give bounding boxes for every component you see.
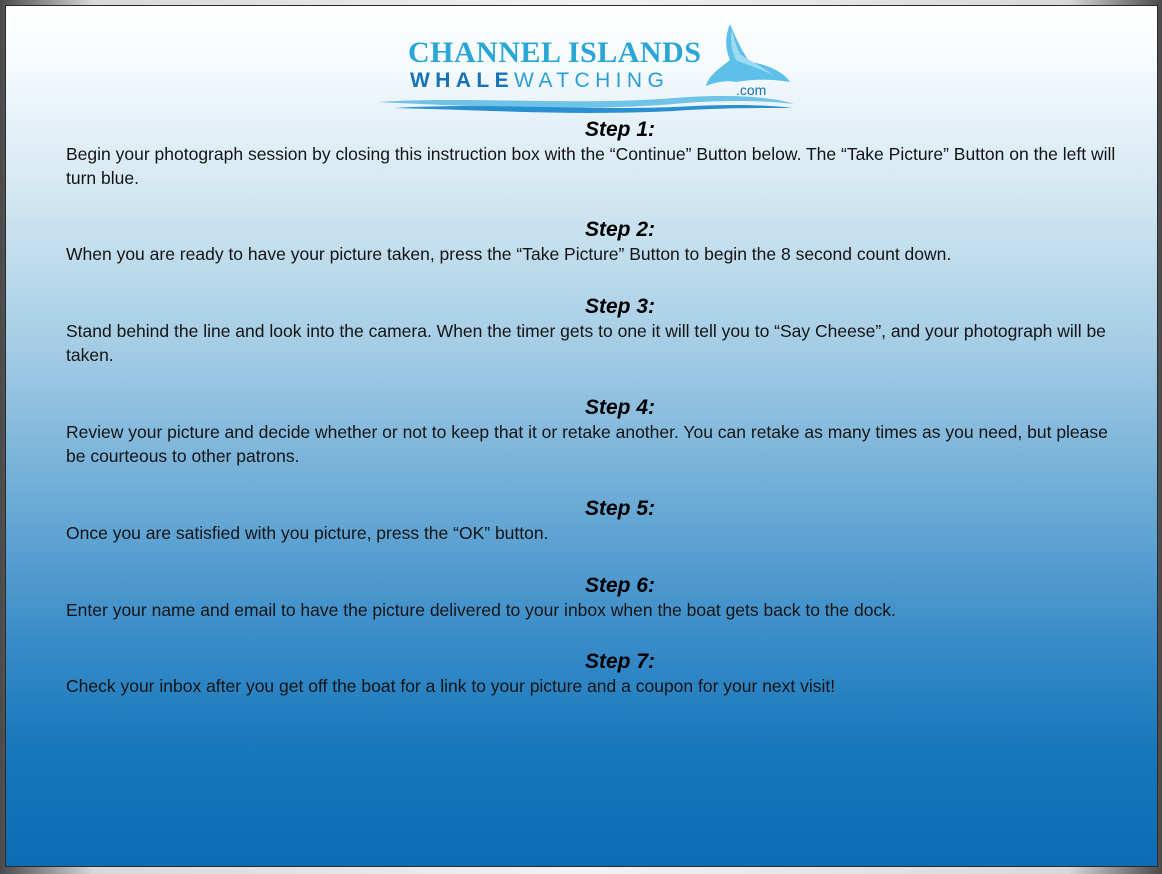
step-text: Check your inbox after you get off the b… <box>66 676 836 696</box>
step-text: Stand behind the line and look into the … <box>66 321 1106 365</box>
channel-islands-logo: CHANNEL ISLANDS WHALEWATCHING .com <box>374 20 800 116</box>
step-item: Step 6: Enter your name and email to hav… <box>66 574 1126 650</box>
logo-subtitle-regular: WATCHING <box>514 69 670 92</box>
step-text: Review your picture and decide whether o… <box>66 422 1108 466</box>
step-text: Once you are satisfied with you picture,… <box>66 523 549 543</box>
step-item: Step 1: Begin your photograph session by… <box>66 118 1126 218</box>
whale-tail-icon <box>706 24 790 86</box>
step-title: Step 7: <box>584 650 655 673</box>
logo-subtitle: WHALEWATCHING <box>410 70 669 91</box>
instructions-list: Step 1: Begin your photograph session by… <box>66 118 1126 710</box>
step-title: Step 6: <box>584 574 655 597</box>
window-frame: CHANNEL ISLANDS WHALEWATCHING .com Step … <box>0 0 1162 874</box>
step-item: Step 7: Check your inbox after you get o… <box>66 650 1126 710</box>
logo-title: CHANNEL ISLANDS <box>408 36 702 69</box>
step-title: Step 1: <box>584 118 655 141</box>
step-item: Step 4: Review your picture and decide w… <box>66 396 1126 497</box>
step-item: Step 3: Stand behind the line and look i… <box>66 295 1126 396</box>
step-text: When you are ready to have your picture … <box>66 244 952 264</box>
step-text: Enter your name and email to have the pi… <box>66 600 896 620</box>
logo-domain-suffix: .com <box>736 82 767 98</box>
step-title: Step 3: <box>584 295 655 318</box>
logo-subtitle-bold: WHALE <box>410 69 514 92</box>
step-item: Step 5: Once you are satisfied with you … <box>66 497 1126 574</box>
step-title: Step 5: <box>584 497 655 520</box>
step-item: Step 2: When you are ready to have your … <box>66 218 1126 295</box>
step-text: Begin your photograph session by closing… <box>66 144 1116 188</box>
instruction-panel: CHANNEL ISLANDS WHALEWATCHING .com Step … <box>5 5 1158 867</box>
step-title: Step 4: <box>584 396 655 419</box>
step-title: Step 2: <box>584 218 655 241</box>
